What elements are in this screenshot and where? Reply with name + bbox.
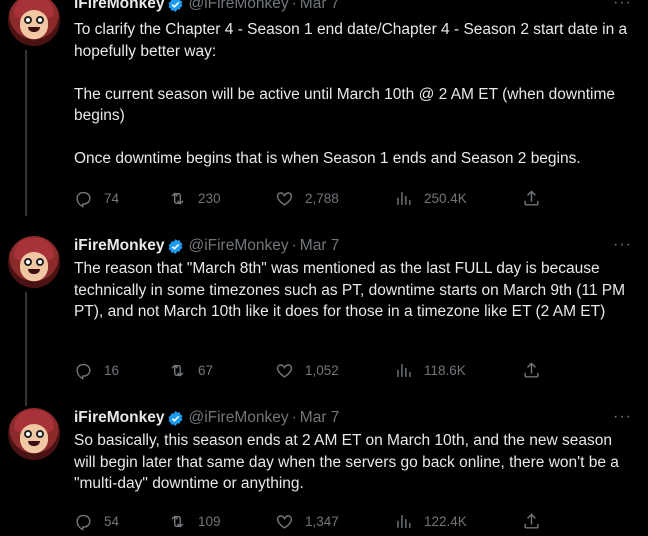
- avatar-column: [8, 236, 60, 288]
- reply-icon: [76, 363, 91, 380]
- retweet-button[interactable]: 109: [168, 512, 221, 531]
- tweet-text: To clarify the Chapter 4 - Season 1 end …: [74, 21, 628, 167]
- user-handle[interactable]: @iFireMonkey: [188, 409, 288, 427]
- retweet-icon: [171, 514, 184, 528]
- share-icon: [524, 512, 539, 529]
- heart-icon: [276, 514, 293, 529]
- avatar[interactable]: [8, 408, 60, 460]
- user-handle[interactable]: @iFireMonkey: [188, 0, 288, 13]
- display-name[interactable]: iFireMonkey: [74, 237, 164, 255]
- verified-badge-icon: [169, 410, 183, 426]
- views-count: 118.6K: [424, 362, 466, 378]
- heart-icon: [276, 363, 293, 378]
- reply-count: 16: [104, 362, 120, 378]
- views-icon: [397, 363, 411, 377]
- separator-dot: ·: [291, 237, 297, 254]
- separator-dot: ·: [291, 0, 297, 12]
- retweet-button[interactable]: 230: [168, 189, 221, 208]
- more-options-icon[interactable]: ···: [613, 408, 632, 426]
- tweet-content: iFireMonkey @iFireMonkey · Mar 7 ··· The…: [74, 236, 631, 323]
- tweet-header: iFireMonkey @iFireMonkey · Mar 7 ···: [74, 408, 631, 428]
- tweet-actions: 16 67 1,052 118.6K: [74, 359, 544, 381]
- more-options-icon[interactable]: ···: [613, 236, 632, 254]
- reply-count: 74: [104, 190, 120, 206]
- thread-connector-line: [25, 292, 27, 406]
- reply-button[interactable]: 16: [74, 361, 119, 380]
- like-count: 1,347: [305, 513, 339, 529]
- tweet[interactable]: iFireMonkey @iFireMonkey · Mar 7 ··· To …: [0, 0, 648, 216]
- tweet-date[interactable]: Mar 7: [300, 0, 340, 13]
- tweet[interactable]: iFireMonkey @iFireMonkey · Mar 7 ··· The…: [0, 236, 648, 406]
- like-count: 1,052: [305, 362, 339, 378]
- tweet-actions: 74 230 2,788 250.4K: [74, 187, 544, 209]
- share-button[interactable]: [522, 512, 541, 531]
- display-name[interactable]: iFireMonkey: [74, 409, 164, 427]
- tweet-header: iFireMonkey @iFireMonkey · Mar 7 ···: [74, 236, 631, 256]
- retweet-count: 109: [198, 513, 221, 529]
- views-icon: [397, 191, 411, 205]
- tweet-text: So basically, this season ends at 2 AM E…: [74, 432, 624, 492]
- retweet-count: 230: [198, 190, 221, 206]
- reply-count: 54: [104, 513, 120, 529]
- tweet-date[interactable]: Mar 7: [300, 237, 340, 255]
- share-button[interactable]: [522, 361, 541, 380]
- views-count: 122.4K: [424, 513, 467, 529]
- display-name[interactable]: iFireMonkey: [74, 0, 164, 13]
- tweet-content: iFireMonkey @iFireMonkey · Mar 7 ··· So …: [74, 408, 631, 495]
- tweet-date[interactable]: Mar 7: [300, 409, 340, 427]
- like-button[interactable]: 2,788: [275, 189, 339, 208]
- tweet-content: iFireMonkey @iFireMonkey · Mar 7 ··· To …: [74, 0, 631, 170]
- reply-icon: [76, 191, 91, 208]
- views-count: 250.4K: [424, 190, 467, 206]
- retweet-count: 67: [198, 362, 214, 378]
- reply-button[interactable]: 74: [74, 189, 119, 208]
- views-icon: [397, 514, 411, 528]
- avatar-column: [8, 0, 60, 46]
- heart-icon: [276, 191, 293, 206]
- reply-icon: [76, 514, 91, 531]
- retweet-icon: [171, 191, 184, 205]
- reply-button[interactable]: 54: [74, 512, 119, 531]
- like-button[interactable]: 1,052: [275, 361, 339, 380]
- retweet-icon: [171, 363, 184, 377]
- share-button[interactable]: [522, 189, 541, 208]
- avatar-column: [8, 408, 60, 460]
- tweet-thread: iFireMonkey @iFireMonkey · Mar 7 ··· To …: [0, 0, 648, 536]
- views-button[interactable]: 122.4K: [394, 512, 467, 531]
- retweet-button[interactable]: 67: [168, 361, 213, 380]
- views-button[interactable]: 118.6K: [394, 361, 466, 380]
- like-button[interactable]: 1,347: [275, 512, 339, 531]
- tweet-actions: 54 109 1,347 122.4K: [74, 510, 544, 532]
- like-count: 2,788: [305, 190, 339, 206]
- avatar[interactable]: [8, 236, 60, 288]
- user-handle[interactable]: @iFireMonkey: [188, 237, 288, 255]
- tweet-text: The reason that "March 8th" was mentione…: [74, 260, 630, 320]
- verified-badge-icon: [169, 238, 183, 254]
- tweet-header: iFireMonkey @iFireMonkey · Mar 7 ···: [74, 0, 631, 14]
- more-options-icon[interactable]: ···: [613, 0, 632, 12]
- share-icon: [524, 189, 539, 206]
- thread-connector-line: [25, 50, 27, 216]
- separator-dot: ·: [291, 409, 297, 426]
- avatar[interactable]: [8, 0, 60, 46]
- verified-badge-icon: [169, 0, 183, 12]
- views-button[interactable]: 250.4K: [394, 189, 467, 208]
- tweet[interactable]: iFireMonkey @iFireMonkey · Mar 7 ··· So …: [0, 408, 648, 536]
- share-icon: [524, 361, 539, 378]
